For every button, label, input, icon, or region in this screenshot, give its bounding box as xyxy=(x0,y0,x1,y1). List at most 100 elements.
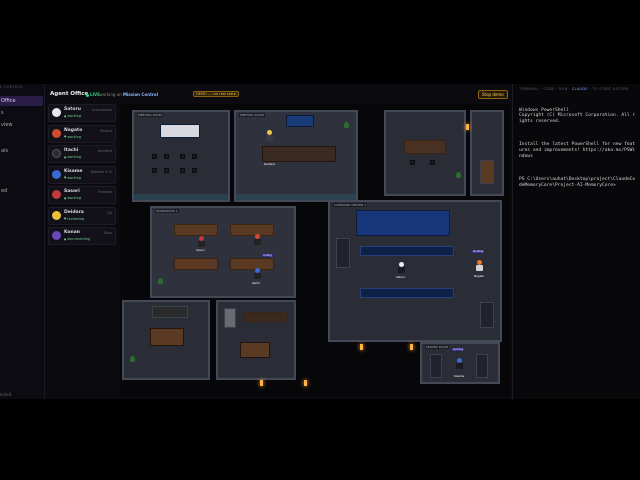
avatar xyxy=(52,190,61,199)
plant xyxy=(158,278,163,284)
world-map-screen xyxy=(356,210,450,236)
nav-item-office[interactable]: Office xyxy=(0,96,43,106)
agent-name: Satoru xyxy=(64,107,81,112)
chair xyxy=(152,154,157,159)
wall-light xyxy=(304,380,307,386)
character-tag: Kisame xyxy=(454,374,465,378)
server-rack xyxy=(480,302,494,328)
sidebar-nav: E CONTROL Office s view als ed ected xyxy=(0,84,45,399)
agent-card-nagato[interactable]: Nagato working Product xyxy=(48,124,116,143)
avatar xyxy=(52,149,61,158)
nav-item-1[interactable]: s xyxy=(0,108,43,118)
stop-demo-button[interactable]: Stop demo xyxy=(478,90,508,99)
character-konan[interactable] xyxy=(456,358,463,369)
tab-terminal[interactable]: TERMINAL xyxy=(519,87,539,91)
agent-name: Itachi xyxy=(64,148,79,153)
office-map[interactable]: MEETING ROOM MEETING ROOM Deidara WORKSP… xyxy=(120,104,510,397)
agent-card-deidara[interactable]: Deidara reviewing QA xyxy=(48,206,116,225)
chair xyxy=(430,160,435,165)
console-row xyxy=(360,288,454,298)
app-window: E CONTROL Office s view als ed ected Age… xyxy=(0,84,640,399)
agent-card-itachi[interactable]: Itachi working Architect xyxy=(48,145,116,163)
conference-table xyxy=(262,146,336,162)
terminal-tabs: TERMINAL · CODE · RUN · CLAUDE · TO STAR… xyxy=(519,87,629,91)
lounge[interactable] xyxy=(122,300,210,380)
avatar xyxy=(52,210,61,220)
server-rack xyxy=(430,354,442,378)
terminal-output[interactable]: Windows PowerShell Copyright (C) Microso… xyxy=(519,96,637,206)
sofa xyxy=(152,306,188,318)
desk xyxy=(404,140,446,154)
agent-card-kisame[interactable]: Kisame working Backend & UI xyxy=(48,165,116,184)
agent-status: working xyxy=(64,114,81,118)
nav-item-goals[interactable]: als xyxy=(0,146,43,156)
chair xyxy=(164,154,169,159)
agent-role: Frontend xyxy=(97,190,112,194)
meeting-room-b[interactable]: MEETING ROOM Deidara xyxy=(234,110,358,202)
character-tag: Itachi xyxy=(252,281,260,285)
counter xyxy=(244,312,288,322)
avatar xyxy=(52,128,61,138)
agent-role: Architect xyxy=(97,149,112,153)
speech-bubble: syncing xyxy=(452,348,464,351)
chair xyxy=(164,168,169,173)
working-prefix: · working on xyxy=(97,92,122,97)
nav-section-label: E CONTROL xyxy=(0,85,24,89)
private-office[interactable] xyxy=(384,110,466,196)
character-tag: Sasori xyxy=(196,248,205,252)
desk xyxy=(174,224,218,236)
nav-item-3[interactable] xyxy=(0,132,43,142)
agent-role: QA xyxy=(107,210,112,215)
plant xyxy=(456,172,461,178)
cabinet xyxy=(480,160,494,184)
agent-card-satoru[interactable]: Satoru working Orchestrator xyxy=(48,104,116,122)
kitchen[interactable] xyxy=(216,300,296,380)
character-tag: Satoru xyxy=(396,275,406,279)
meeting-room-a[interactable]: MEETING ROOM xyxy=(132,110,230,202)
speech-bubble: working xyxy=(472,250,485,253)
chair xyxy=(410,160,415,165)
desk xyxy=(230,258,274,270)
server-rack xyxy=(476,354,488,378)
chair xyxy=(192,154,197,159)
agent-card-konan[interactable]: Konan documenting Docs xyxy=(48,227,116,245)
server-room[interactable]: SERVER ROOM Kisame syncing xyxy=(420,342,500,384)
glass-wall xyxy=(134,194,228,200)
tab-code[interactable]: CODE xyxy=(543,87,554,91)
workspace-1[interactable]: WORKSPACE 1 Sasori Itachi coding xyxy=(150,206,296,298)
wall-monitor xyxy=(286,115,314,127)
agent-status: working xyxy=(64,176,81,180)
speech-bubble: coding xyxy=(262,254,273,257)
avatar xyxy=(52,169,61,179)
character-deidara[interactable] xyxy=(266,130,273,141)
chair xyxy=(192,168,197,173)
wall-light xyxy=(410,344,413,350)
terminal-line: Windows PowerShell Copyright (C) Microso… xyxy=(519,107,636,125)
agent-role: Docs xyxy=(104,231,112,235)
agent-status: documenting xyxy=(64,237,90,241)
character-sasori[interactable] xyxy=(198,236,205,247)
character-tag: Nagato xyxy=(474,274,485,278)
character-kisame[interactable] xyxy=(254,268,261,279)
side-room[interactable] xyxy=(470,110,504,196)
nav-item-sub[interactable]: ed xyxy=(0,186,43,196)
chair xyxy=(180,154,185,159)
command-center[interactable]: COMMAND CENTER 1 Satoru Nagato working xyxy=(328,200,502,342)
agent-name: Sasori xyxy=(64,189,80,194)
character-itachi[interactable] xyxy=(254,234,261,245)
desk xyxy=(230,224,274,236)
terminal-line: Install the latest PowerShell for new fe… xyxy=(519,142,636,159)
working-target[interactable]: Mission Control xyxy=(123,92,158,97)
terminal-panel[interactable]: TERMINAL · CODE · RUN · CLAUDE · TO STAR… xyxy=(512,84,640,399)
plant xyxy=(344,122,349,128)
nav-item-overview[interactable]: view xyxy=(0,120,43,130)
working-status: · working on Mission Control xyxy=(97,92,158,97)
agent-card-sasori[interactable]: Sasori working Frontend xyxy=(48,186,116,204)
fridge xyxy=(224,308,236,328)
character-nagato[interactable] xyxy=(476,260,483,271)
character-satoru[interactable] xyxy=(398,262,405,273)
tab-run[interactable]: RUN xyxy=(559,87,568,91)
dining-table xyxy=(240,342,270,358)
tab-claude[interactable]: CLAUDE xyxy=(572,87,588,91)
tab-start[interactable]: TO START KATORA xyxy=(592,87,628,91)
